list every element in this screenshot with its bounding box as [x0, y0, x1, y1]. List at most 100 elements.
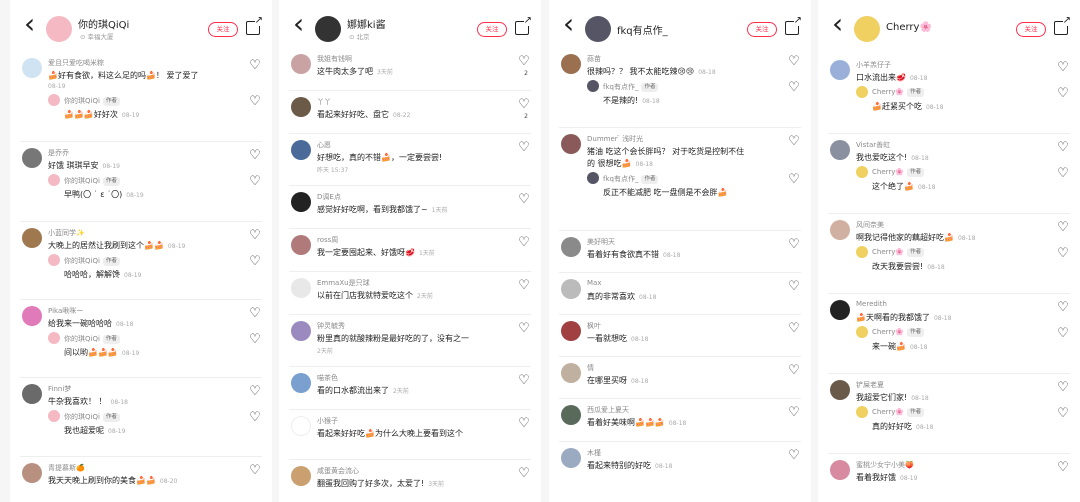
commenter-avatar[interactable]: [561, 237, 581, 257]
follow-button[interactable]: 关注: [208, 22, 238, 37]
reply-name[interactable]: Cherry🌸 作者: [872, 168, 925, 177]
header-avatar[interactable]: [315, 16, 341, 42]
reply-like-icon[interactable]: ♡: [787, 81, 801, 95]
back-icon[interactable]: ‹: [293, 10, 313, 38]
commenter-avatar[interactable]: [561, 321, 581, 341]
commenter-name[interactable]: 青提慕斯🍊: [48, 463, 85, 473]
commenter-avatar[interactable]: [22, 463, 42, 483]
like-icon[interactable]: ♡: [248, 307, 262, 321]
header-avatar[interactable]: [854, 16, 880, 42]
reply-like-icon[interactable]: ♡: [1056, 87, 1070, 101]
reply-name[interactable]: 你的琪QiQi 作者: [64, 256, 120, 266]
author-name[interactable]: 你的琪QiQi: [78, 16, 129, 31]
commenter-avatar[interactable]: [561, 448, 581, 468]
reply-avatar[interactable]: [587, 80, 599, 92]
commenter-name[interactable]: 美好明天: [587, 237, 615, 247]
commenter-name[interactable]: 小蓝同学✨: [48, 228, 85, 238]
reply-name[interactable]: fkq有点作_ 作者: [603, 174, 659, 184]
like-icon[interactable]: ♡: [1056, 61, 1070, 75]
like-icon[interactable]: ♡: [787, 55, 801, 69]
commenter-name[interactable]: Finni梦: [48, 384, 71, 394]
like-icon[interactable]: ♡: [517, 98, 531, 112]
commenter-name[interactable]: 西瓜爱上夏天: [587, 405, 629, 415]
reply-avatar[interactable]: [856, 326, 868, 338]
reply-like-icon[interactable]: ♡: [787, 173, 801, 187]
reply-name[interactable]: 你的琪QiQi 作者: [64, 96, 120, 106]
like-icon[interactable]: ♡: [1056, 381, 1070, 395]
commenter-name[interactable]: 情: [587, 363, 594, 373]
commenter-name[interactable]: Pika啾咪ー: [48, 306, 83, 316]
like-icon[interactable]: ♡: [517, 417, 531, 431]
like-icon[interactable]: ♡: [248, 464, 262, 478]
reply-name[interactable]: Cherry🌸 作者: [872, 408, 925, 417]
commenter-name[interactable]: 是乔乔: [48, 148, 69, 158]
reply-like-icon[interactable]: ♡: [248, 95, 262, 109]
like-icon[interactable]: ♡: [517, 467, 531, 481]
commenter-avatar[interactable]: [291, 373, 311, 393]
like-icon[interactable]: ♡: [517, 193, 531, 207]
reply-name[interactable]: Cherry🌸 作者: [872, 328, 925, 337]
reply-avatar[interactable]: [48, 94, 60, 106]
like-icon[interactable]: ♡: [248, 149, 262, 163]
like-icon[interactable]: ♡: [1056, 301, 1070, 315]
author-name[interactable]: 娜娜ki酱: [347, 16, 386, 31]
reply-like-icon[interactable]: ♡: [1056, 247, 1070, 261]
commenter-avatar[interactable]: [561, 134, 581, 154]
reply-name[interactable]: 你的琪QiQi 作者: [64, 176, 120, 186]
like-icon[interactable]: ♡: [517, 55, 531, 69]
like-icon[interactable]: ♡: [517, 322, 531, 336]
like-icon[interactable]: ♡: [248, 385, 262, 399]
commenter-avatar[interactable]: [561, 279, 581, 299]
reply-name[interactable]: 你的琪QiQi 作者: [64, 412, 120, 422]
like-icon[interactable]: ♡: [248, 59, 262, 73]
commenter-avatar[interactable]: [291, 97, 311, 117]
reply-like-icon[interactable]: ♡: [248, 333, 262, 347]
commenter-avatar[interactable]: [291, 466, 311, 486]
commenter-avatar[interactable]: [22, 384, 42, 404]
reply-avatar[interactable]: [587, 172, 599, 184]
commenter-name[interactable]: 铲屎老夏: [856, 380, 884, 390]
commenter-name[interactable]: 咸蛋黄会流心: [317, 466, 359, 476]
commenter-name[interactable]: Max: [587, 279, 601, 287]
reply-avatar[interactable]: [856, 246, 868, 258]
like-icon[interactable]: ♡: [787, 280, 801, 294]
commenter-name[interactable]: 喵茶色: [317, 373, 338, 383]
commenter-name[interactable]: Vistar善虹: [856, 140, 890, 150]
commenter-avatar[interactable]: [830, 300, 850, 320]
commenter-avatar[interactable]: [22, 306, 42, 326]
commenter-name[interactable]: 蜜桃少女宁小美🍑: [856, 460, 914, 470]
like-icon[interactable]: ♡: [787, 406, 801, 420]
like-icon[interactable]: ♡: [1056, 221, 1070, 235]
back-icon[interactable]: ‹: [563, 10, 583, 38]
commenter-name[interactable]: 爱且只爱吃喝米粽: [48, 58, 104, 68]
reply-name[interactable]: fkq有点作_ 作者: [603, 82, 659, 92]
commenter-name[interactable]: 枫叶: [587, 321, 601, 331]
reply-like-icon[interactable]: ♡: [1056, 407, 1070, 421]
commenter-avatar[interactable]: [291, 416, 311, 436]
follow-button[interactable]: 关注: [747, 22, 777, 37]
reply-avatar[interactable]: [856, 406, 868, 418]
reply-like-icon[interactable]: ♡: [1056, 327, 1070, 341]
commenter-avatar[interactable]: [291, 140, 311, 160]
commenter-avatar[interactable]: [291, 321, 311, 341]
share-icon[interactable]: [785, 15, 802, 35]
commenter-name[interactable]: Meredith: [856, 300, 887, 308]
reply-avatar[interactable]: [48, 332, 60, 344]
reply-like-icon[interactable]: ♡: [248, 255, 262, 269]
header-avatar[interactable]: [585, 16, 611, 42]
commenter-avatar[interactable]: [22, 58, 42, 78]
like-icon[interactable]: ♡: [1056, 461, 1070, 475]
share-icon[interactable]: [1054, 15, 1071, 35]
reply-avatar[interactable]: [856, 86, 868, 98]
like-icon[interactable]: ♡: [787, 449, 801, 463]
commenter-avatar[interactable]: [830, 380, 850, 400]
like-icon[interactable]: ♡: [787, 322, 801, 336]
commenter-name[interactable]: 心愿: [317, 140, 331, 150]
commenter-avatar[interactable]: [291, 54, 311, 74]
commenter-avatar[interactable]: [291, 192, 311, 212]
commenter-name[interactable]: 风间奈美: [856, 220, 884, 230]
commenter-avatar[interactable]: [291, 278, 311, 298]
back-icon[interactable]: ‹: [832, 10, 852, 38]
like-icon[interactable]: ♡: [787, 135, 801, 149]
commenter-name[interactable]: 木槿: [587, 448, 601, 458]
